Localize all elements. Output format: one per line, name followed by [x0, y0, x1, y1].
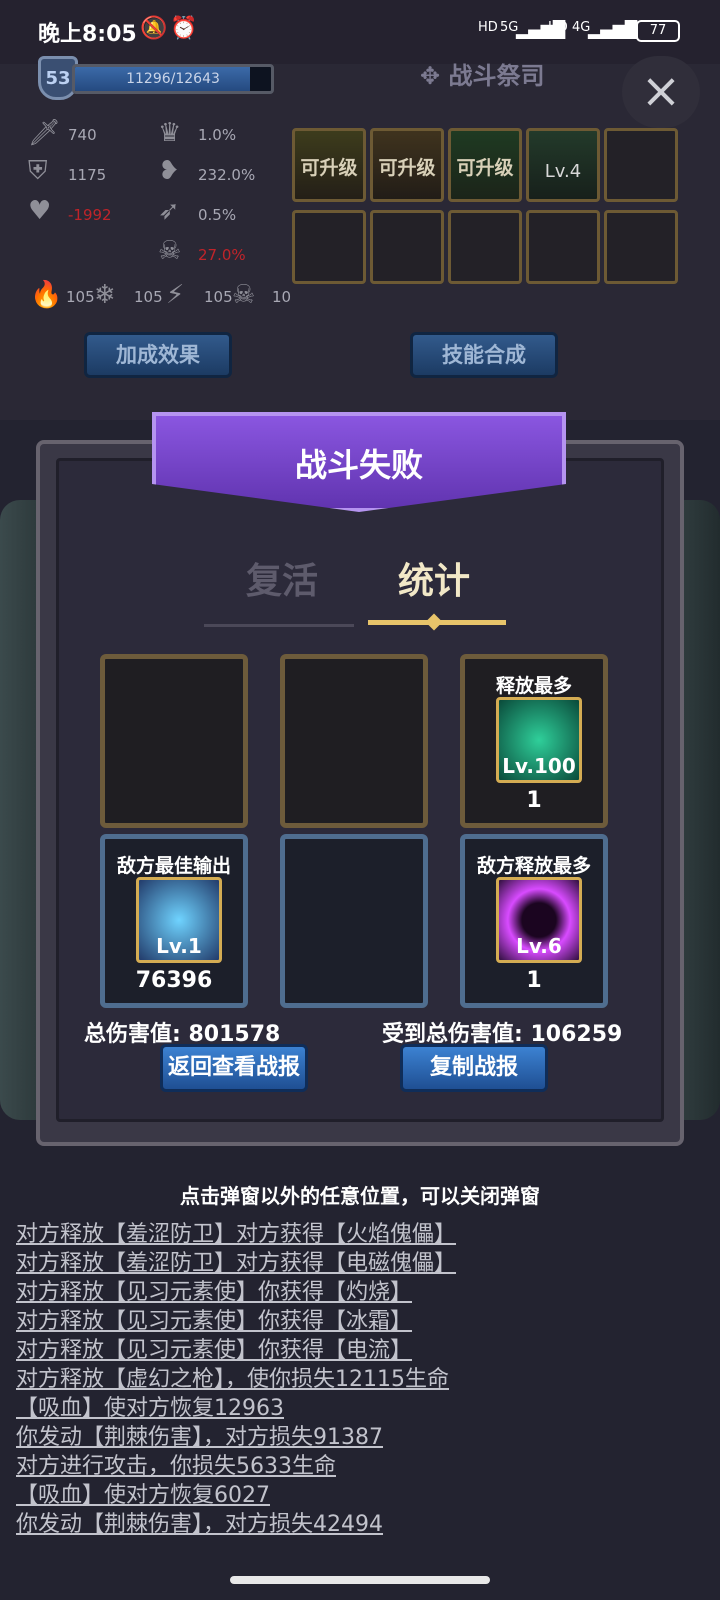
skill-slot[interactable] — [604, 128, 678, 202]
stat-fire: 105 — [66, 288, 95, 306]
spear-skill-icon: Lv.1 — [136, 877, 222, 963]
card-label: 敌方最佳输出 — [116, 855, 231, 877]
stat-card-empty — [280, 654, 428, 828]
dialog-title: 战斗失败 — [294, 446, 423, 484]
clock: 晚上8:05 — [38, 22, 137, 47]
skill-slot[interactable] — [448, 210, 522, 284]
stat-card-most-cast[interactable]: 释放最多 Lv.100 1 — [460, 654, 608, 828]
stat-card-empty — [280, 834, 428, 1008]
card-value: 1 — [526, 968, 542, 993]
purple-vortex-skill-icon: Lv.6 — [496, 877, 582, 963]
card-value: 1 — [526, 788, 542, 813]
skill-slot-level: Lv.4 — [544, 161, 582, 182]
log-line: 【吸血】使对方恢复12963 — [16, 1396, 284, 1421]
cross-icon: ✥ — [420, 62, 449, 90]
snowflake-icon: ❄ — [94, 280, 116, 310]
copy-report-button[interactable]: 复制战报 — [400, 1044, 548, 1092]
battery-icon: 77 — [636, 20, 680, 42]
log-line: 对方释放【虚幻之枪】，使你损失12115生命 — [16, 1367, 449, 1392]
card-value: 76396 — [135, 968, 213, 993]
card-level: Lv.6 — [516, 934, 562, 958]
skill-slot-text: 可升级 — [456, 157, 514, 179]
class-title: ✥ 战斗祭司 — [420, 56, 544, 91]
stat-lightning: 105 — [204, 288, 233, 306]
card-level: Lv.100 — [502, 754, 576, 778]
xp-text: 11296/12643 — [126, 71, 220, 87]
stat-poison: 10 — [272, 288, 292, 306]
home-indicator[interactable] — [230, 1576, 490, 1584]
sword-icon: 🗡 — [28, 118, 62, 148]
class-title-text: 战斗祭司 — [448, 62, 545, 90]
skill-slot[interactable]: 可升级 — [292, 128, 366, 202]
mute-icon: 🔕 — [140, 16, 168, 41]
stat-ice: 105 — [134, 288, 163, 306]
stat-dodge: 0.5% — [198, 206, 237, 224]
tab-revive[interactable]: 复活 — [246, 552, 318, 604]
status-bar: 晚上8:05 🔕 ⏰ HD 5G ▂▄▆█ HD 4G ▂▄▆█ 77 — [0, 0, 720, 64]
green-slash-skill-icon: Lv.100 — [496, 697, 582, 783]
lifesteal-icon: ❥ — [158, 156, 180, 186]
skill-synthesis-button[interactable]: 技能合成 — [410, 332, 558, 378]
stat-crit: 1.0% — [198, 126, 237, 144]
boot-icon: ➶ — [158, 196, 180, 226]
stat-attack: 740 — [68, 126, 97, 144]
hd-icon: HD — [478, 20, 498, 35]
poison-skull-icon: ☠ — [232, 280, 256, 310]
stat-lifesteal: 232.0% — [198, 166, 256, 184]
back-to-report-button[interactable]: 返回查看战报 — [160, 1044, 308, 1092]
tab-stats[interactable]: 统计 — [398, 552, 470, 604]
skull-icon: ☠ — [158, 236, 182, 266]
skill-slot[interactable] — [292, 210, 366, 284]
log-line: 对方进行攻击，你损失5633生命 — [16, 1454, 336, 1479]
log-line: 你发动【荆棘伤害】，对方损失91387 — [16, 1425, 383, 1450]
card-level: Lv.1 — [156, 934, 202, 958]
xp-bar: 11296/12643 — [72, 64, 274, 94]
signal-icon-2: ▂▄▆█ — [588, 20, 638, 39]
stat-defense: 1175 — [68, 166, 107, 184]
skill-slot[interactable]: 可升级 — [448, 128, 522, 202]
close-hint: 点击弹窗以外的任意位置，可以关闭弹窗 — [180, 1184, 540, 1208]
skill-slot[interactable]: 可升级 — [370, 128, 444, 202]
stat-skull: 27.0% — [198, 246, 246, 264]
fire-icon: 🔥 — [30, 280, 63, 310]
skill-slot[interactable] — [526, 210, 600, 284]
card-label: 释放最多 — [495, 675, 572, 697]
stat-card-enemy-most-cast[interactable]: 敌方释放最多 Lv.6 1 — [460, 834, 608, 1008]
log-line: 对方释放【见习元素使】你获得【灼烧】 — [16, 1280, 413, 1305]
log-line: 对方释放【见习元素使】你获得【冰霜】 — [16, 1309, 413, 1334]
log-line: 对方释放【羞涩防卫】对方获得【火焰傀儡】 — [16, 1222, 457, 1247]
skill-slot[interactable] — [370, 210, 444, 284]
lightning-icon: ⚡ — [166, 280, 185, 310]
log-line: 你发动【荆棘伤害】，对方损失42494 — [16, 1512, 383, 1537]
stat-card-empty — [100, 654, 248, 828]
log-line: 对方释放【羞涩防卫】对方获得【电磁傀儡】 — [16, 1251, 457, 1276]
shield-icon: ⛨ — [28, 156, 48, 186]
skill-slot-text: 可升级 — [378, 157, 436, 179]
stat-hp: -1992 — [68, 206, 112, 224]
close-button[interactable]: × — [622, 56, 700, 128]
tab-underline — [204, 624, 354, 627]
stat-card-enemy-best-output[interactable]: 敌方最佳输出 Lv.1 76396 — [100, 834, 248, 1008]
crown-icon: ♛ — [158, 118, 182, 148]
log-line: 【吸血】使对方恢复6027 — [16, 1483, 270, 1508]
hd-icon-2: HD — [548, 20, 568, 35]
skill-slot[interactable]: Lv.4 — [526, 128, 600, 202]
card-label: 敌方释放最多 — [476, 855, 591, 877]
log-line: 对方释放【见习元素使】你获得【电流】 — [16, 1338, 413, 1363]
skill-slot-text: 可升级 — [300, 157, 358, 179]
skill-slot[interactable] — [604, 210, 678, 284]
alarm-icon: ⏰ — [170, 16, 198, 41]
heart-icon: ♥ — [28, 196, 52, 226]
bonus-effect-button[interactable]: 加成效果 — [84, 332, 232, 378]
